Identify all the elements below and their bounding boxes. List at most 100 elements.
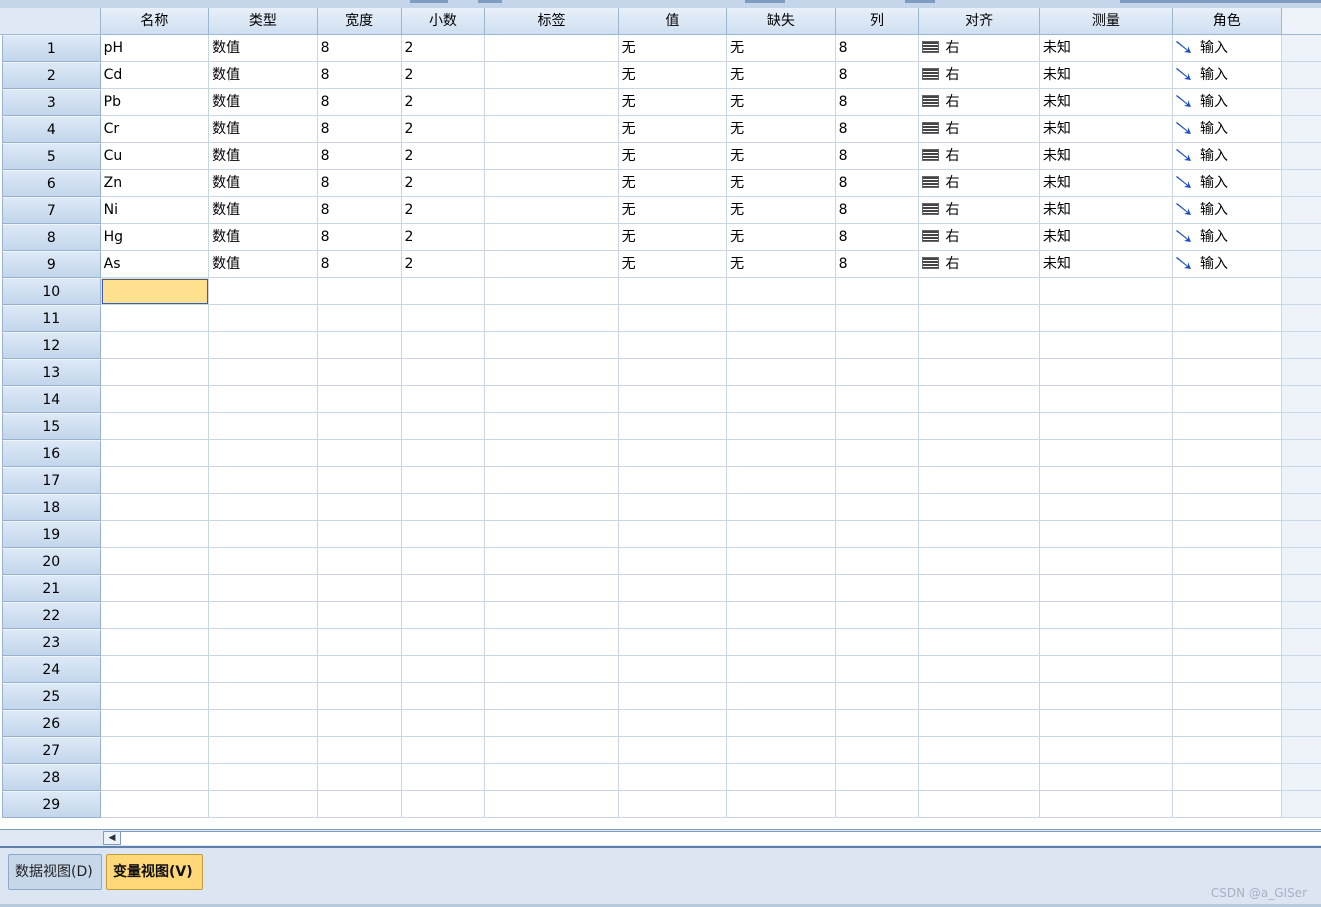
cell-measure[interactable] (1039, 764, 1173, 791)
cell-name[interactable] (100, 548, 210, 575)
cell-name[interactable] (100, 386, 210, 413)
cell-measure[interactable] (1039, 629, 1173, 656)
row-number[interactable]: 23 (2, 629, 101, 656)
cell-type[interactable] (209, 521, 318, 548)
cell-measure[interactable]: 未知 (1039, 62, 1173, 89)
cell-role[interactable] (1173, 413, 1282, 440)
cell-name[interactable] (100, 521, 210, 548)
cell-name[interactable]: Cd (100, 62, 210, 89)
row-number[interactable]: 27 (2, 737, 101, 764)
cell-role[interactable] (1173, 656, 1282, 683)
cell-align[interactable] (919, 710, 1040, 737)
cell-missing[interactable] (727, 440, 836, 467)
cell-decimals[interactable] (401, 305, 486, 332)
row-number[interactable]: 4 (2, 116, 101, 143)
cell-type[interactable] (209, 629, 318, 656)
cell-missing[interactable] (727, 737, 836, 764)
cell-type[interactable] (209, 602, 318, 629)
cell-align[interactable] (919, 440, 1040, 467)
scroll-left-arrow-icon[interactable]: ◀ (103, 831, 121, 845)
cell-type[interactable] (209, 305, 318, 332)
cell-label[interactable] (485, 440, 619, 467)
cell-decimals[interactable]: 2 (401, 170, 486, 197)
cell-columns[interactable] (835, 602, 920, 629)
cell-measure[interactable] (1039, 413, 1173, 440)
cell-role[interactable] (1173, 737, 1282, 764)
cell-decimals[interactable] (401, 656, 486, 683)
cell-values[interactable]: 无 (618, 116, 728, 143)
cell-label[interactable] (485, 710, 619, 737)
column-header-type[interactable]: 类型 (209, 8, 318, 35)
horizontal-scrollbar[interactable]: ◀ (0, 829, 1321, 847)
cell-label[interactable] (485, 305, 619, 332)
cell-decimals[interactable] (401, 467, 486, 494)
row-number[interactable]: 1 (2, 35, 101, 62)
cell-missing[interactable] (727, 521, 836, 548)
cell-type[interactable] (209, 413, 318, 440)
cell-columns[interactable] (835, 467, 920, 494)
cell-values[interactable] (618, 737, 728, 764)
cell-name[interactable]: Zn (100, 170, 210, 197)
cell-measure[interactable] (1039, 656, 1173, 683)
cell-decimals[interactable] (401, 440, 486, 467)
cell-width[interactable] (317, 737, 402, 764)
cell-width[interactable]: 8 (317, 89, 402, 116)
row-number[interactable]: 25 (2, 683, 101, 710)
cell-label[interactable] (485, 89, 619, 116)
cell-width[interactable] (317, 548, 402, 575)
row-number[interactable]: 11 (2, 305, 101, 332)
cell-columns[interactable]: 8 (835, 89, 920, 116)
cell-measure[interactable] (1039, 791, 1173, 818)
cell-name[interactable] (100, 440, 210, 467)
cell-name[interactable]: Hg (100, 224, 210, 251)
cell-name[interactable]: Pb (100, 89, 210, 116)
cell-type[interactable] (209, 791, 318, 818)
cell-measure[interactable]: 未知 (1039, 116, 1173, 143)
cell-missing[interactable]: 无 (727, 197, 836, 224)
cell-name[interactable] (100, 764, 210, 791)
row-number[interactable]: 20 (2, 548, 101, 575)
row-number[interactable]: 2 (2, 62, 101, 89)
cell-missing[interactable] (727, 494, 836, 521)
cell-missing[interactable] (727, 575, 836, 602)
cell-missing[interactable]: 无 (727, 224, 836, 251)
cell-decimals[interactable] (401, 764, 486, 791)
cell-values[interactable] (618, 494, 728, 521)
cell-values[interactable]: 无 (618, 251, 728, 278)
cell-align[interactable] (919, 683, 1040, 710)
cell-label[interactable] (485, 332, 619, 359)
cell-missing[interactable] (727, 467, 836, 494)
cell-columns[interactable] (835, 683, 920, 710)
cell-values[interactable]: 无 (618, 170, 728, 197)
column-header-align[interactable]: 对齐 (919, 8, 1040, 35)
cell-role[interactable]: 输入 (1173, 143, 1282, 170)
row-number[interactable]: 5 (2, 143, 101, 170)
cell-type[interactable] (209, 656, 318, 683)
cell-name[interactable] (100, 602, 210, 629)
cell-width[interactable] (317, 359, 402, 386)
cell-decimals[interactable] (401, 386, 486, 413)
cell-name[interactable] (100, 413, 210, 440)
cell-values[interactable] (618, 602, 728, 629)
cell-role[interactable] (1173, 791, 1282, 818)
cell-columns[interactable]: 8 (835, 251, 920, 278)
cell-columns[interactable] (835, 440, 920, 467)
cell-type[interactable] (209, 386, 318, 413)
cell-columns[interactable] (835, 413, 920, 440)
cell-values[interactable] (618, 683, 728, 710)
cell-columns[interactable] (835, 629, 920, 656)
column-header-width[interactable]: 宽度 (317, 8, 402, 35)
cell-columns[interactable] (835, 386, 920, 413)
cell-columns[interactable]: 8 (835, 116, 920, 143)
cell-role[interactable] (1173, 575, 1282, 602)
cell-values[interactable] (618, 386, 728, 413)
cell-missing[interactable]: 无 (727, 251, 836, 278)
cell-label[interactable] (485, 251, 619, 278)
cell-name[interactable]: As (100, 251, 210, 278)
column-header-name[interactable]: 名称 (100, 8, 210, 35)
cell-type[interactable]: 数值 (209, 35, 318, 62)
cell-values[interactable]: 无 (618, 35, 728, 62)
cell-align[interactable] (919, 278, 1040, 305)
cell-width[interactable] (317, 467, 402, 494)
cell-columns[interactable] (835, 737, 920, 764)
